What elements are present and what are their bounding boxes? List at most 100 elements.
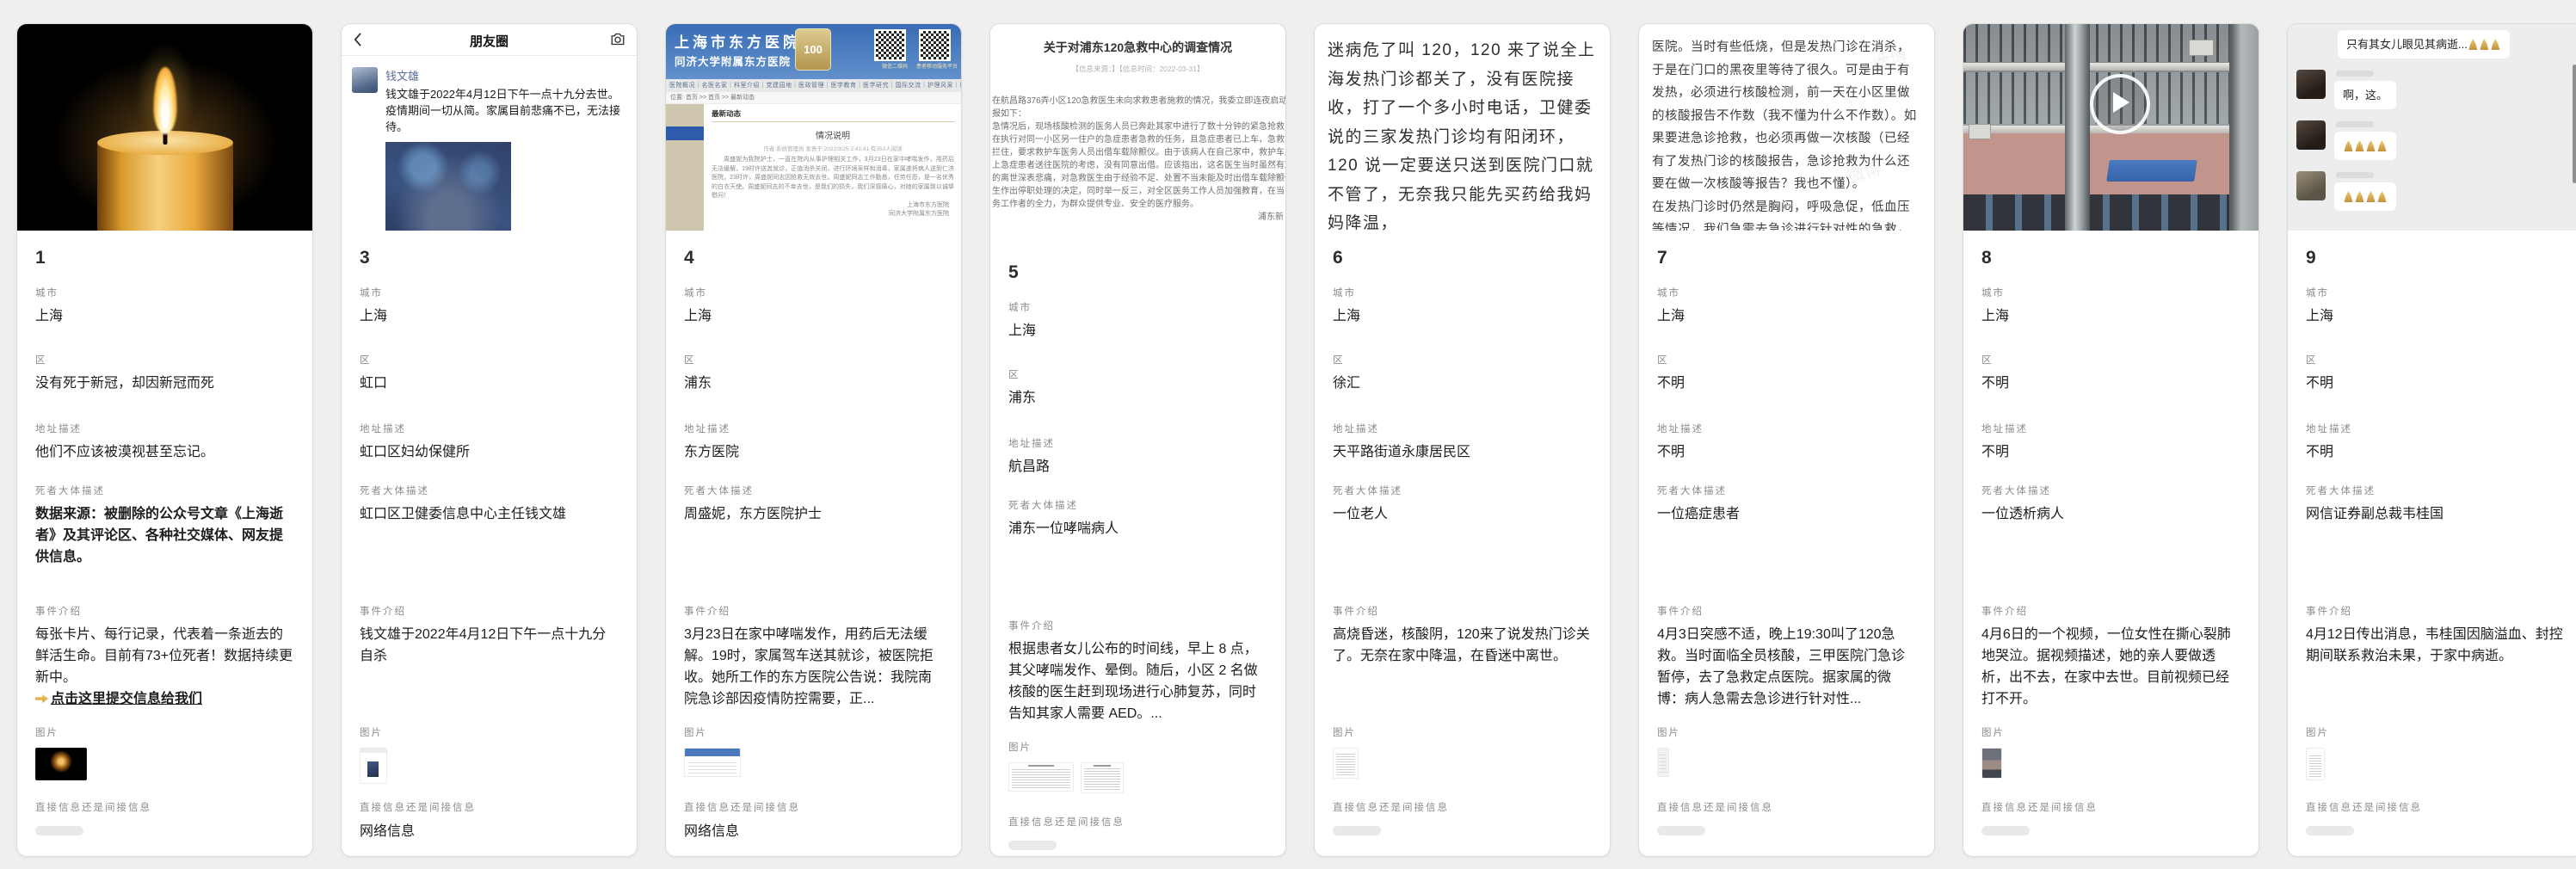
card-body: 3 城市 上海 区 虹口 地址描述 虹口区妇幼保健所 死者大体描述 虹口区卫健委… <box>342 231 637 856</box>
record-card[interactable]: 医院。当时有些低烧，但是发热门诊在消杀，于是在门口的黑夜里等待了很久。可是由于有… <box>1638 23 1935 857</box>
field-label-city: 城市 <box>1333 286 1592 299</box>
praying-hands-icon <box>2366 140 2376 151</box>
building-photo-part <box>2106 160 2197 182</box>
building-photo-part <box>2065 24 2090 231</box>
cover-image[interactable]: 朋友圈钱文雄钱文雄于2022年4月12日下午一点十九分去世。疫情期间一切从简。家… <box>342 24 637 231</box>
image-thumbnail[interactable] <box>1008 762 1074 792</box>
card-body: 5 城市 上海 区 浦东 地址描述 航昌路 死者大体描述 浦东一位哮喘病人 事件… <box>990 245 1285 856</box>
field-value-city: 上海 <box>360 305 619 327</box>
field-label-address: 地址描述 <box>1333 422 1592 435</box>
cover-image[interactable]: 上海市东方医院同济大学附属东方医院100微信二维码患者移动服务平台医院概况｜名医… <box>666 24 961 231</box>
chat-bubble: 只有其女儿眼见其病逝... <box>2338 30 2510 59</box>
field-label-district: 区 <box>1333 353 1592 367</box>
field-value-event: 4月12日传出消息，韦桂国因脑溢血、封控期间联系救治未果，于家中病逝。 <box>2306 624 2565 667</box>
building-photo-part <box>2229 24 2259 231</box>
field-value-event: 根据患者女儿公布的时间线，早上 8 点，其父哮喘发作、晕倒。随后，小区 2 名做… <box>1008 638 1267 724</box>
field-value-city: 上海 <box>1657 305 1916 327</box>
avatar <box>2296 70 2326 99</box>
announcement-meta: 作者:系统管理员 发表于:2022/3/25 2:41:41 有353人阅读 <box>712 144 954 152</box>
image-thumbnail[interactable] <box>684 748 741 777</box>
field-value-event: 高烧昏迷，核酸阴，120来了说发热门诊关了。无奈在家中降温，在昏迷中离世。 <box>1333 624 1592 667</box>
candle-image <box>97 145 233 231</box>
record-card[interactable]: 关于对浦东120急救中心的调查情况【信息来源：】【信息时间：2022-03-31… <box>989 23 1286 857</box>
field-label-direct: 直接信息还是间接信息 <box>35 800 294 814</box>
card-body: 9 城市 上海 区 不明 地址描述 不明 死者大体描述 网信证券副总裁韦桂国 事… <box>2288 231 2576 856</box>
field-value-event: 4月3日突感不适，晚上19:30叫了120急救。当时面临全员核酸，三甲医院门急诊… <box>1657 624 1916 710</box>
field-label-district: 区 <box>1657 353 1916 367</box>
document-line: 上急症患者送往医院的考虑，没有同意出借。应该指出，这名医生当时虽然有难 <box>990 159 1285 172</box>
record-card[interactable]: 迷病危了叫 120，120 来了说全上海发热门诊都关了，没有医院接收，打了一个多… <box>1314 23 1611 857</box>
field-label-deceased: 死者大体描述 <box>684 484 943 497</box>
field-label-image: 图片 <box>1657 725 1916 739</box>
field-value-address: 虹口区妇幼保健所 <box>360 441 619 463</box>
event-text: 4月12日传出消息，韦桂国因脑溢血、封控期间联系救治未果，于家中病逝。 <box>2306 627 2563 663</box>
cover-image[interactable]: 关于对浦东120急救中心的调查情况【信息来源：】【信息时间：2022-03-31… <box>990 24 1285 245</box>
record-card[interactable]: 1 城市 上海 区 没有死于新冠，却因新冠而死 地址描述 他们不应该被漠视甚至忘… <box>16 23 313 857</box>
building-photo-part <box>1963 126 2229 133</box>
record-card[interactable]: 朋友圈钱文雄钱文雄于2022年4月12日下午一点十九分去世。疫情期间一切从简。家… <box>341 23 638 857</box>
field-label-city: 城市 <box>1981 286 2240 299</box>
card-body: 1 城市 上海 区 没有死于新冠，却因新冠而死 地址描述 他们不应该被漠视甚至忘… <box>17 231 312 856</box>
scrollbar[interactable] <box>2573 65 2576 183</box>
field-value-address: 天平路街道永康居民区 <box>1333 441 1592 463</box>
empty-value-pill <box>2306 826 2354 835</box>
anniversary-badge: 100 <box>795 28 831 71</box>
submit-info-link[interactable]: 点击这里提交信息给我们 <box>35 688 294 710</box>
cover-image[interactable] <box>17 24 312 231</box>
document-line: 在执行对同一小区另一住户的急症患者急救的任务，且急症患者已上车，急救车 <box>990 133 1285 146</box>
chat-sender-name <box>2336 172 2374 178</box>
field-label-district: 区 <box>684 353 943 367</box>
field-value-address: 航昌路 <box>1008 456 1267 478</box>
field-label-city: 城市 <box>35 286 294 299</box>
document-line: 急情况后，现场核酸检测的医务人员已奔赴其家中进行了数十分钟的紧急抢救， <box>990 120 1285 133</box>
document-line: 在航昌路376弄小区120急救医生未向求救患者施救的情况，我委立即连夜启动调 <box>990 95 1285 108</box>
document-line: 生作出停职处理的决定，同时举一反三，对全区医务工作人员加强教育，在当前 <box>990 185 1285 198</box>
direct-slot <box>35 826 294 835</box>
field-label-address: 地址描述 <box>360 422 619 435</box>
chat-message-row <box>2296 171 2574 211</box>
image-thumbnail[interactable] <box>360 748 387 784</box>
document-line: 的离世深表悲痛，对急救医生由于经验不足、处置不当未能及时出借车载除颤仪 <box>990 172 1285 185</box>
field-value-event: 3月23日在家中哮喘发作，用药后无法缓解。19时，家属驾车送其就诊，被医院拒收。… <box>684 624 943 710</box>
document-meta: 【信息来源：】【信息时间：2022-03-31】 <box>990 64 1285 74</box>
cover-image[interactable] <box>1963 24 2259 231</box>
field-value-district: 虹口 <box>360 373 619 394</box>
field-label-district: 区 <box>35 353 294 367</box>
field-label-district: 区 <box>1008 367 1267 381</box>
record-card[interactable]: 只有其女儿眼见其病逝... 啊，这。 9 城市 上海 区 不明 地址描述 不明 死… <box>2287 23 2576 857</box>
field-label-city: 城市 <box>2306 286 2565 299</box>
cover-image[interactable]: 迷病危了叫 120，120 来了说全上海发热门诊都关了，没有医院接收，打了一个多… <box>1315 24 1610 231</box>
card-body: 6 城市 上海 区 徐汇 地址描述 天平路街道永康居民区 死者大体描述 一位老人… <box>1315 231 1610 856</box>
chat-message-col: 啊，这。 <box>2334 70 2396 109</box>
image-thumbnail[interactable] <box>2306 748 2325 780</box>
event-text: 根据患者女儿公布的时间线，早上 8 点，其父哮喘发作、晕倒。随后，小区 2 名做… <box>1008 642 1258 721</box>
avatar <box>2296 120 2326 150</box>
praying-hands-icon <box>2344 140 2353 151</box>
field-label-direct: 直接信息还是间接信息 <box>360 800 619 814</box>
praying-hands-icon <box>2355 140 2364 151</box>
image-thumbnail[interactable] <box>1081 762 1124 793</box>
field-label-address: 地址描述 <box>2306 422 2565 435</box>
cover-image[interactable]: 只有其女儿眼见其病逝... 啊，这。 <box>2288 24 2576 231</box>
avatar <box>2296 171 2326 200</box>
image-thumbnail[interactable] <box>35 748 87 780</box>
record-number: 8 <box>1981 248 2240 286</box>
image-thumbnail[interactable] <box>1981 748 2002 779</box>
play-button-icon[interactable] <box>2090 74 2150 134</box>
qr-label: 微信二维码 <box>882 62 908 70</box>
record-number: 6 <box>1333 248 1592 286</box>
field-value-district: 浦东 <box>1008 387 1267 409</box>
record-card[interactable]: 8 城市 上海 区 不明 地址描述 不明 死者大体描述 一位透析病人 事件介绍 … <box>1963 23 2259 857</box>
cover-image[interactable]: 医院。当时有些低烧，但是发热门诊在消杀，于是在门口的黑夜里等待了很久。可是由于有… <box>1639 24 1934 231</box>
field-label-deceased: 死者大体描述 <box>1333 484 1592 497</box>
image-thumbnail[interactable] <box>1333 748 1359 779</box>
image-thumbnail[interactable] <box>1657 748 1669 777</box>
praying-hands-icon <box>2344 191 2353 202</box>
event-text: 4月6日的一个视频，一位女性在撕心裂肺地哭泣。据视频描述，她的亲人要做透析，出不… <box>1981 627 2231 706</box>
camera-icon[interactable] <box>610 33 626 50</box>
field-label-city: 城市 <box>1657 286 1916 299</box>
record-card[interactable]: 上海市东方医院同济大学附属东方医院100微信二维码患者移动服务平台医院概况｜名医… <box>665 23 962 857</box>
record-number: 4 <box>684 248 943 286</box>
field-value-city: 上海 <box>1981 305 2240 327</box>
chat-bubble <box>2334 182 2396 211</box>
